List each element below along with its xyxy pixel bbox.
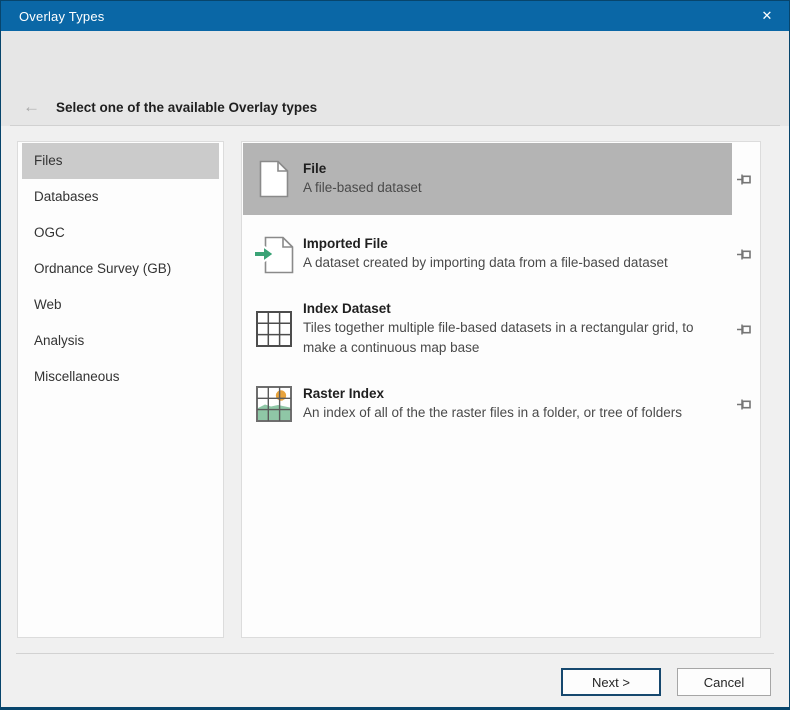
- window-title: Overlay Types: [19, 8, 105, 24]
- sidebar-item-web[interactable]: Web: [22, 287, 219, 323]
- overlay-option-title: Index Dataset: [303, 300, 391, 316]
- page-title: Select one of the available Overlay type…: [56, 100, 318, 115]
- overlay-option-index-dataset[interactable]: Index Dataset Tiles together multiple fi…: [243, 293, 732, 365]
- header-separator: [10, 125, 780, 126]
- overlay-option-description: A file-based dataset: [303, 179, 422, 195]
- header: ← Select one of the available Overlay ty…: [1, 31, 789, 126]
- sidebar-item-files[interactable]: Files: [22, 143, 219, 179]
- overlay-option-description: Tiles together multiple file-based datas…: [303, 319, 694, 355]
- back-arrow-icon[interactable]: ←: [23, 97, 40, 117]
- overlay-option-title: Raster Index: [303, 385, 385, 401]
- overlay-option-file[interactable]: File A file-based dataset: [243, 143, 732, 215]
- pin-icon[interactable]: [736, 172, 752, 186]
- overlay-option-description: A dataset created by importing data from…: [303, 254, 668, 270]
- overlay-option-title: File: [303, 160, 327, 176]
- file-icon: [253, 160, 295, 198]
- sidebar-item-ordnance-survey[interactable]: Ordnance Survey (GB): [22, 251, 219, 287]
- raster-index-icon: [253, 386, 295, 422]
- index-dataset-icon: [253, 311, 295, 347]
- overlay-option-text: File A file-based dataset: [295, 161, 732, 198]
- titlebar: Overlay Types ✕: [1, 1, 789, 31]
- next-button[interactable]: Next >: [561, 668, 661, 696]
- sidebar-item-databases[interactable]: Databases: [22, 179, 219, 215]
- overlay-option-text: Imported File A dataset created by impor…: [295, 236, 732, 273]
- close-icon[interactable]: ✕: [745, 1, 789, 31]
- overlay-types-dialog: Overlay Types ✕ ← Select one of the avai…: [0, 0, 790, 710]
- cancel-button[interactable]: Cancel: [677, 668, 771, 696]
- sidebar-item-analysis[interactable]: Analysis: [22, 323, 219, 359]
- overlay-option-text: Index Dataset Tiles together multiple fi…: [295, 301, 732, 358]
- category-panel: Files Databases OGC Ordnance Survey (GB)…: [17, 141, 224, 638]
- sidebar-item-miscellaneous[interactable]: Miscellaneous: [22, 359, 219, 395]
- overlay-option-description: An index of all of the the raster files …: [303, 404, 682, 420]
- list-item-file: File A file-based dataset: [243, 143, 759, 215]
- overlay-type-panel: File A file-based dataset Imported File …: [241, 141, 761, 638]
- overlay-option-raster-index[interactable]: Raster Index An index of all of the the …: [243, 368, 732, 440]
- category-list: Files Databases OGC Ordnance Survey (GB)…: [18, 142, 223, 395]
- list-item-imported-file: Imported File A dataset created by impor…: [243, 218, 759, 290]
- pin-icon[interactable]: [736, 322, 752, 336]
- imported-file-icon: [253, 234, 295, 274]
- list-item-index-dataset: Index Dataset Tiles together multiple fi…: [243, 293, 759, 365]
- pin-icon[interactable]: [736, 397, 752, 411]
- pin-icon[interactable]: [736, 247, 752, 261]
- overlay-option-text: Raster Index An index of all of the the …: [295, 386, 732, 423]
- overlay-type-list: File A file-based dataset Imported File …: [242, 142, 760, 444]
- overlay-option-imported-file[interactable]: Imported File A dataset created by impor…: [243, 218, 732, 290]
- overlay-option-title: Imported File: [303, 235, 388, 251]
- list-item-raster-index: Raster Index An index of all of the the …: [243, 368, 759, 440]
- footer-separator: [16, 653, 774, 654]
- sidebar-item-ogc[interactable]: OGC: [22, 215, 219, 251]
